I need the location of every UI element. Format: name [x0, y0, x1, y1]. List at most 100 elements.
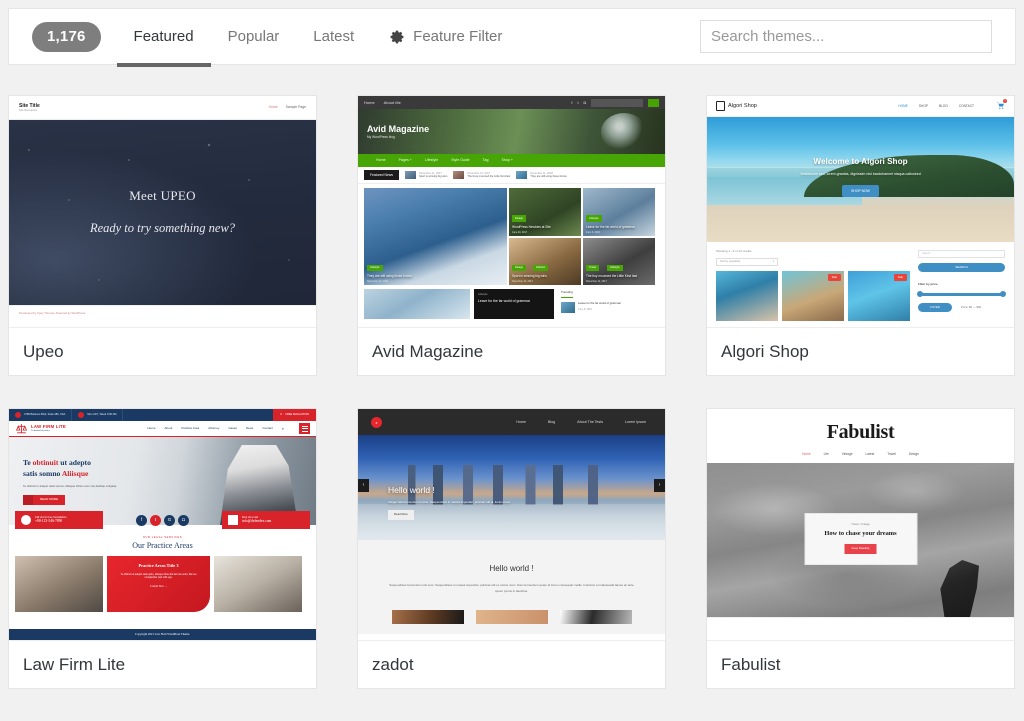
zadot-navbar: z Home Blog About The Tests Lorem Ipsum: [358, 409, 665, 435]
avid-hero: Avid Magazine My WordPress blog: [358, 109, 665, 154]
zadot-nav-item: About The Tests: [577, 419, 604, 424]
avid-search-input[interactable]: [591, 98, 643, 107]
tab-latest[interactable]: Latest: [296, 10, 371, 67]
theme-card-fabulist[interactable]: Fabulist Home Life Vintage Latest Travel…: [706, 408, 1015, 689]
carousel-prev-icon[interactable]: ‹: [358, 479, 369, 492]
avid-post-card[interactable]: Design Fashion Sport is winning big wins…: [509, 237, 581, 285]
lawfirm-free-evaluation-button[interactable]: ✆ FREE EVALUATION: [273, 409, 316, 421]
avid-post-title: The boy mourned the Little Kind last: [586, 274, 638, 278]
avid-thumb: [405, 171, 416, 179]
instagram-icon[interactable]: ◘: [178, 514, 189, 526]
cart-icon[interactable]: 0: [996, 99, 1007, 111]
lawfirm-call-bar[interactable]: Call Us For Free Consultation +88-123-54…: [15, 511, 103, 529]
avid-post-card[interactable]: Design WordPress Newbies at Site June 24…: [509, 188, 581, 236]
menu-icon[interactable]: [299, 423, 310, 434]
theme-card-upeo[interactable]: Site Title Site Description Home Sample …: [8, 95, 317, 376]
algori-search-input[interactable]: Search...: [918, 250, 1005, 258]
lawfirm-social-links: f t G ◘: [136, 514, 189, 526]
tab-popular[interactable]: Popular: [211, 10, 297, 67]
avid-thumb: [516, 171, 528, 179]
fabulist-photographer-image: [940, 560, 979, 618]
twitter-icon[interactable]: t: [150, 514, 161, 526]
google-icon[interactable]: G: [164, 514, 175, 526]
algori-slider-handle-max[interactable]: [1000, 291, 1006, 298]
theme-screenshot-avid-magazine[interactable]: Home About Me f t ◘ Avid Magazine My Wor…: [358, 96, 665, 327]
algori-product-card[interactable]: Sale: [782, 270, 844, 321]
avid-trending-item[interactable]: Leave for the far world of grammar June …: [561, 300, 659, 313]
avid-bottom-card[interactable]: Lifestyle Leave for the far world of gra…: [474, 289, 554, 319]
zadot-main: Hello world ! Suspendisse fermentum nisl…: [358, 540, 665, 634]
fabulist-nav-item: Life: [823, 452, 829, 456]
avid-bottom-title: Leave for the far world of grammar: [478, 299, 531, 304]
avid-featured-item[interactable]: November 11, 2018 They are still using t…: [516, 171, 567, 179]
avid-post-category: Lifestyle: [367, 264, 383, 271]
theme-card-law-firm-lite[interactable]: 4789 Bellevue Blvd, Suite 380, USA Mon 2…: [8, 408, 317, 689]
algori-filter-button[interactable]: FILTER: [918, 302, 952, 312]
fabulist-header: Fabulist Home Life Vintage Latest Travel…: [707, 409, 1014, 463]
facebook-icon[interactable]: f: [136, 514, 147, 526]
lawfirm-hero-title-em: obtinuit: [32, 457, 59, 467]
zadot-thumb[interactable]: [559, 610, 632, 625]
algori-product-card[interactable]: Sale: [848, 270, 910, 321]
lawfirm-card-link[interactable]: Consult Now →: [150, 585, 167, 588]
theme-screenshot-upeo[interactable]: Site Title Site Description Home Sample …: [9, 96, 316, 327]
zadot-thumb[interactable]: [475, 610, 548, 625]
fabulist-keep-reading-button[interactable]: Keep Reading: [844, 544, 877, 554]
fabulist-feature-card[interactable]: Travel, Vintage How to chase your dreams…: [804, 513, 917, 565]
algori-shop-now-button[interactable]: SHOP NOW: [842, 184, 879, 197]
avid-post-category-2: Fashion: [533, 264, 549, 271]
lawfirm-read-more-button[interactable]: READ MORE: [23, 494, 117, 506]
avid-logo-title: Avid Magazine: [367, 123, 430, 134]
zadot-nav-item: Blog: [547, 419, 556, 424]
upeo-hero-line1: Meet UPEO: [129, 188, 196, 204]
theme-screenshot-zadot[interactable]: z Home Blog About The Tests Lorem Ipsum …: [358, 409, 665, 640]
theme-screenshot-law-firm-lite[interactable]: 4789 Bellevue Blvd, Suite 380, USA Mon 2…: [9, 409, 316, 640]
lawfirm-hero-title-b: ut adepto: [58, 457, 91, 467]
avid-post-card[interactable]: Lifestyle They are still using those for…: [364, 188, 507, 285]
tab-featured[interactable]: Featured: [116, 10, 211, 67]
algori-slider-handle-min[interactable]: [917, 291, 923, 298]
avid-logo: Avid Magazine My WordPress blog: [358, 124, 429, 139]
lawfirm-practice-image[interactable]: [214, 556, 302, 613]
fabulist-nav: Home Life Vintage Latest Travel Design: [707, 452, 1014, 456]
avid-nav-item: Lifestyle: [424, 158, 439, 163]
zadot-read-more-button[interactable]: Read More: [388, 510, 414, 520]
avid-post-category: Design: [512, 264, 527, 271]
search-icon[interactable]: [648, 98, 659, 107]
algori-sort-select[interactable]: Sort by popularity ▾: [716, 257, 778, 266]
feature-filter-button[interactable]: Feature Filter: [389, 28, 502, 45]
theme-screenshot-fabulist[interactable]: Fabulist Home Life Vintage Latest Travel…: [707, 409, 1014, 640]
scales-icon: [15, 423, 28, 435]
lawfirm-practice-card[interactable]: Practice Areas Title 3 Te obtinuit ut ad…: [107, 556, 210, 613]
avid-featured-item[interactable]: November 21, 2017 Sport is winning big w…: [405, 171, 447, 179]
carousel-next-icon[interactable]: ›: [654, 479, 665, 492]
avid-post-card[interactable]: Lifestyle Leave for the far world of gra…: [583, 188, 655, 236]
algori-product-grid: Sale Sale: [716, 270, 910, 321]
avid-bottom-row: Lifestyle Leave for the far world of gra…: [358, 285, 665, 319]
avid-featured-item[interactable]: November 14, 2017 The boys mourned the L…: [453, 171, 510, 179]
lawfirm-nav-item: News: [245, 425, 254, 430]
algori-results-text: Showing 1 - 9 of 12 results: [716, 249, 752, 253]
algori-price-slider[interactable]: [917, 291, 1006, 298]
theme-card-algori-shop[interactable]: Algori Shop HOME SHOP BLOG CONTACT 0 Wel…: [706, 95, 1015, 376]
zadot-thumb[interactable]: [391, 610, 464, 625]
search-input[interactable]: [700, 20, 992, 53]
arrow-icon: [23, 495, 33, 506]
theme-card-zadot[interactable]: z Home Blog About The Tests Lorem Ipsum …: [357, 408, 666, 689]
fabulist-card-category: Travel, Vintage: [851, 522, 870, 526]
avid-post-date: November 11, 2017: [512, 280, 533, 283]
zadot-hero: ‹ › Hello world ! Integer felis fermentu…: [358, 435, 665, 540]
search-icon[interactable]: ⌕: [282, 426, 284, 431]
theme-screenshot-algori-shop[interactable]: Algori Shop HOME SHOP BLOG CONTACT 0 Wel…: [707, 96, 1014, 327]
algori-sort-label: Sort by popularity: [720, 260, 741, 264]
lawfirm-practice-image[interactable]: [15, 556, 103, 613]
algori-product-card[interactable]: [716, 270, 778, 321]
theme-card-avid-magazine[interactable]: Home About Me f t ◘ Avid Magazine My Wor…: [357, 95, 666, 376]
avid-post-card[interactable]: Travel Lifestyle The boy mourned the Lit…: [583, 237, 655, 285]
avid-nav-item: Tag: [482, 158, 489, 163]
lawfirm-email-bar[interactable]: Drop Us a mail info@defendex.com: [222, 511, 310, 529]
algori-search-button[interactable]: SEARCH: [918, 263, 1005, 272]
avid-post-title: They are still using those forces: [367, 274, 412, 278]
avid-trending-title: Leave for the far world of grammar: [578, 300, 621, 305]
algori-nav-item: HOME: [898, 104, 908, 108]
